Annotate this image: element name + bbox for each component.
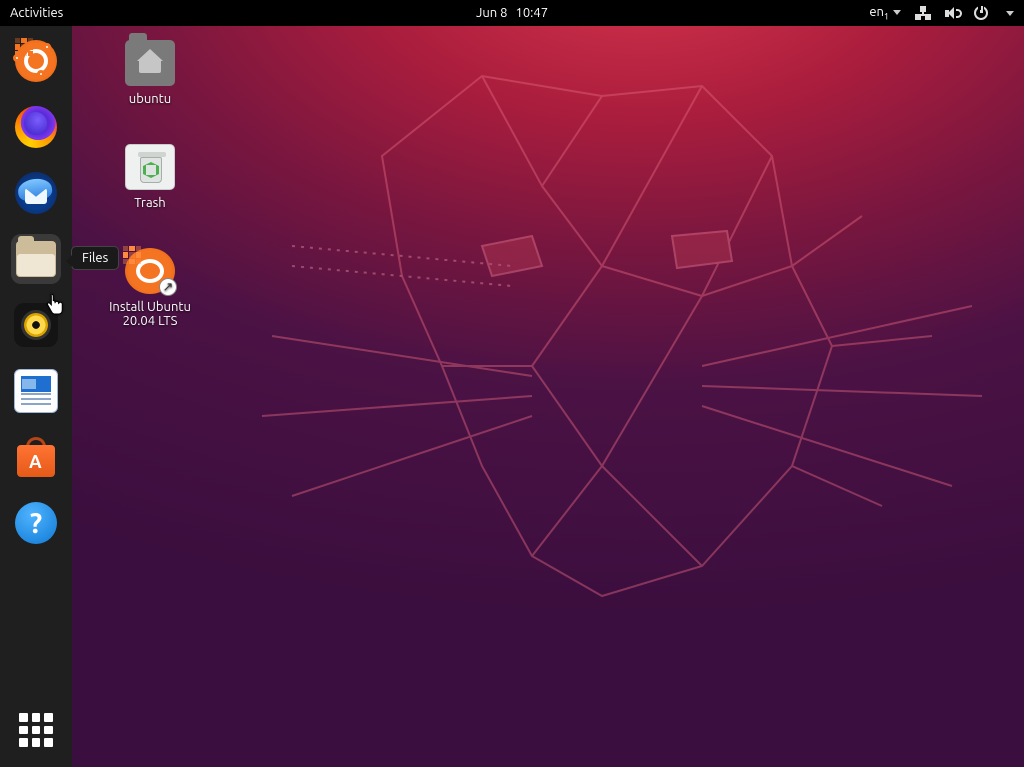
chevron-down-icon [893,10,901,15]
clock-date: Jun 8 [476,6,508,20]
volume-icon[interactable] [945,7,960,20]
input-source-indicator[interactable]: en1 [869,5,901,22]
wallpaper-fossa-icon [232,36,992,756]
show-applications-button[interactable] [19,713,53,747]
input-source-label: en [869,5,884,19]
home-folder-icon [125,40,175,86]
dock-item-livepatch[interactable] [11,36,61,86]
trash-icon [125,144,175,190]
libreoffice-writer-icon [14,369,58,413]
dock-item-help[interactable]: ? [11,498,61,548]
help-icon: ? [15,502,57,544]
dock-item-thunderbird[interactable] [11,168,61,218]
dock-item-firefox[interactable] [11,102,61,152]
install-ubuntu-icon: ↗ [125,248,175,294]
desktop-icon-label: Install Ubuntu 20.04 LTS [102,300,198,328]
files-icon [16,241,56,277]
dock-item-writer[interactable] [11,366,61,416]
desktop-icon-trash[interactable]: Trash [102,144,198,210]
input-source-index: 1 [884,11,889,21]
thunderbird-icon [15,172,57,214]
dock-item-software[interactable]: A [11,432,61,482]
clock[interactable]: Jun 8 10:47 [476,6,548,20]
desktop-icon-home[interactable]: ubuntu [102,40,198,106]
network-icon[interactable] [915,6,931,20]
power-icon[interactable] [974,6,988,20]
clock-time: 10:47 [516,6,549,20]
shortcut-arrow-icon: ↗ [159,278,177,296]
livepatch-overlay-icon [15,38,33,56]
activities-button[interactable]: Activities [10,6,63,20]
desktop-icon-label: Trash [102,196,198,210]
desktop-icon-label: ubuntu [102,92,198,106]
dock-tooltip: Files [71,246,119,270]
cursor-icon [46,294,64,316]
dock-item-files[interactable]: Files [11,234,61,284]
dock: Files A ? [0,26,72,767]
top-bar: Activities Jun 8 10:47 en1 [0,0,1024,26]
ubuntu-software-icon: A [14,437,58,477]
system-menu-chevron-icon[interactable] [1006,11,1014,16]
firefox-icon [15,106,57,148]
desktop[interactable]: ubuntu Trash ↗ Install Ubuntu 20.04 LTS [72,26,1024,767]
